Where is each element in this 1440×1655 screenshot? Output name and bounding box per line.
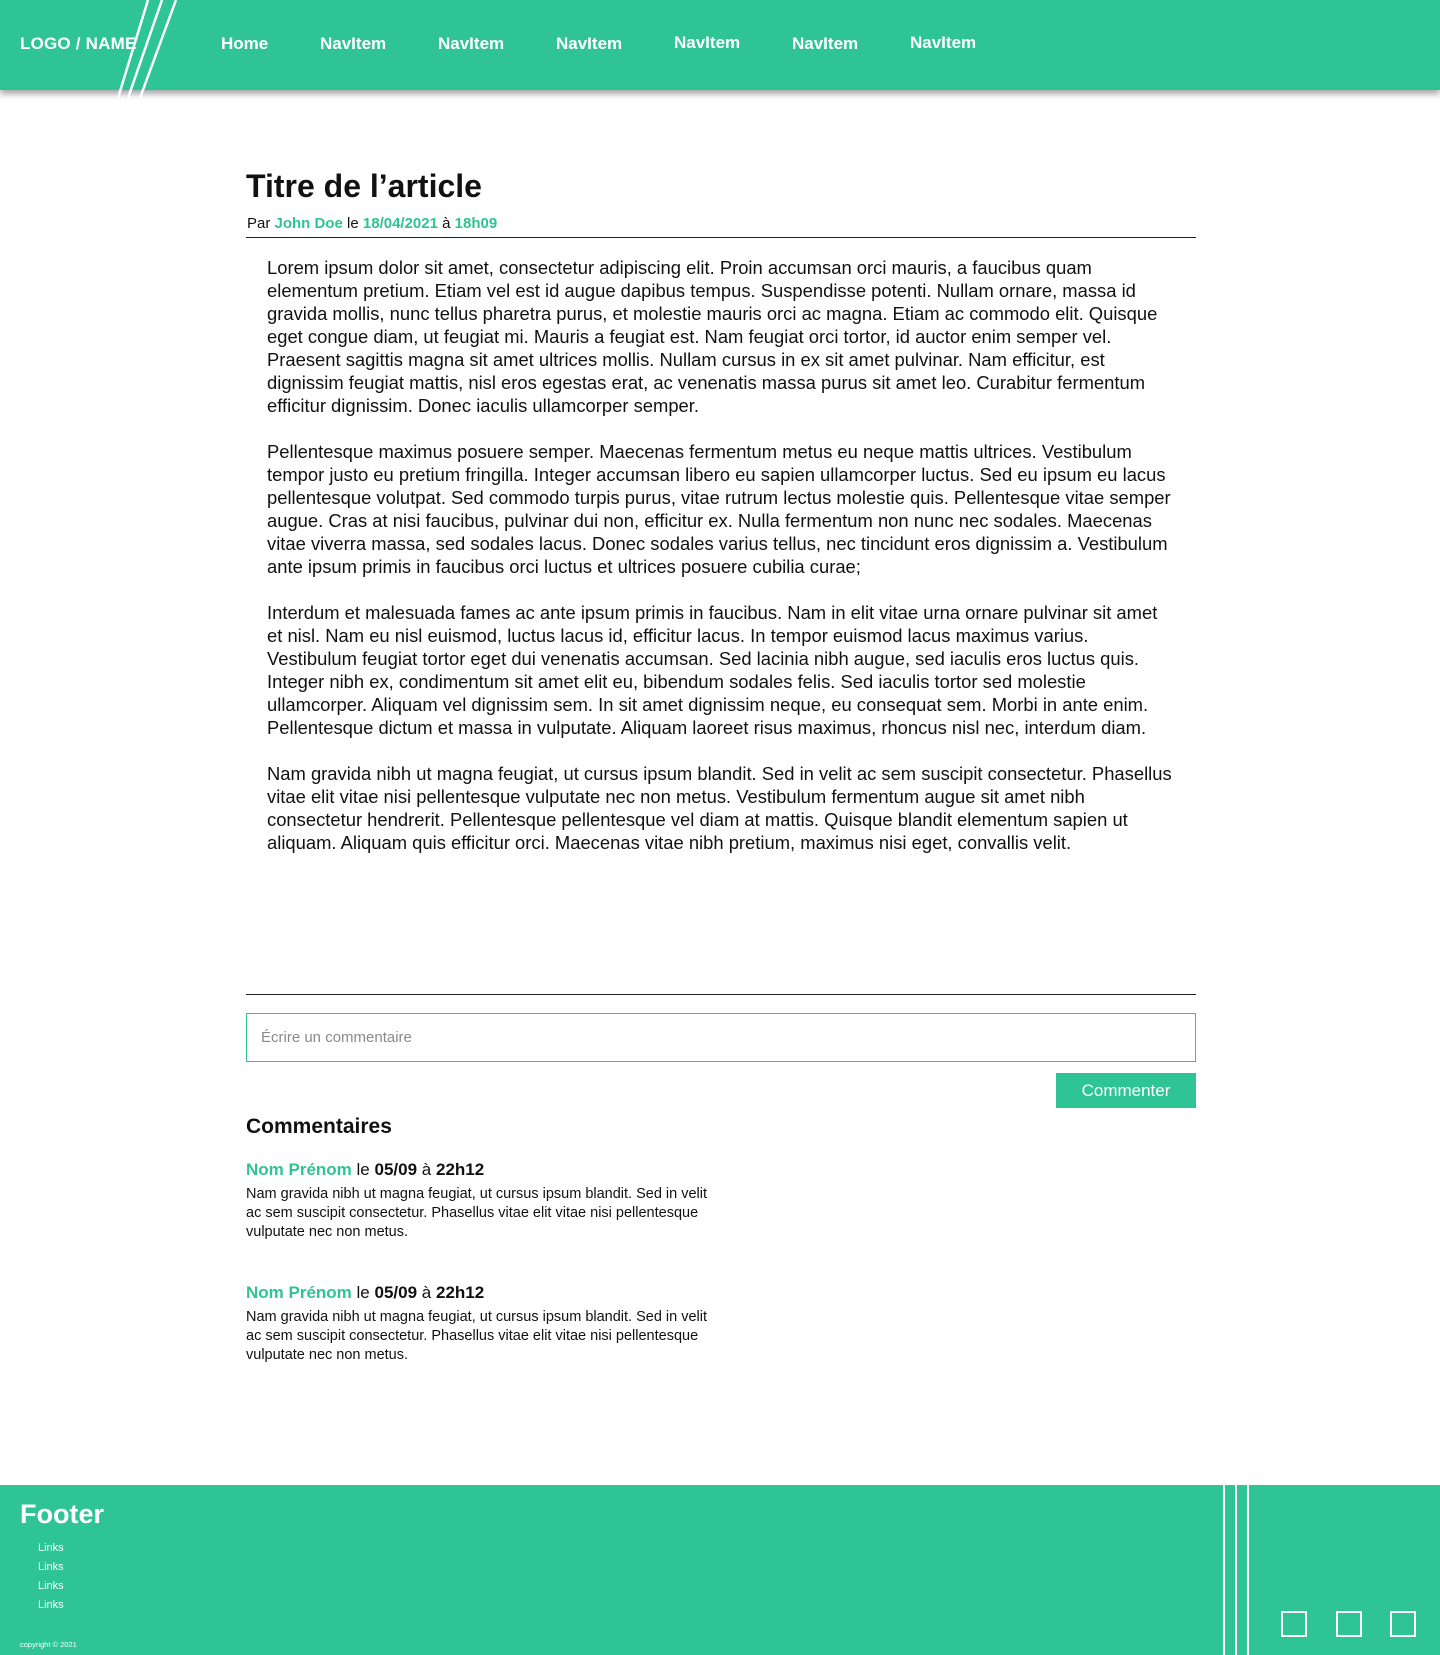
social-square-icon[interactable]: [1281, 1611, 1307, 1637]
copyright-text: copyright © 2021: [20, 1640, 77, 1649]
social-square-icon[interactable]: [1336, 1611, 1362, 1637]
comment-header: Nom Prénom le 05/09 à 22h12: [246, 1158, 716, 1182]
comment-time: 22h12: [435, 1283, 485, 1302]
comment-author[interactable]: Nom Prénom: [246, 1283, 352, 1302]
comment-on-label: le: [356, 1283, 370, 1302]
footer-link[interactable]: Links: [38, 1596, 64, 1615]
nav-item[interactable]: NavItem: [674, 33, 740, 53]
footer-link[interactable]: Links: [38, 1577, 64, 1596]
comment-date: 05/09: [374, 1283, 418, 1302]
comment-date: 05/09: [374, 1160, 418, 1179]
main-nav: Home NavItem NavItem NavItem NavItem Nav…: [0, 0, 1100, 90]
nav-item[interactable]: NavItem: [320, 34, 386, 54]
comment-submit-button[interactable]: Commenter: [1056, 1073, 1196, 1108]
footer-link[interactable]: Links: [38, 1558, 64, 1577]
comment-at-label: à: [421, 1283, 432, 1302]
footer-title: Footer: [20, 1499, 104, 1529]
footer-link[interactable]: Links: [38, 1539, 64, 1558]
nav-item[interactable]: NavItem: [556, 34, 622, 54]
nav-item[interactable]: NavItem: [792, 34, 858, 54]
article-meta: Par John Doe le 18/04/2021 à 18h09: [247, 215, 497, 232]
article-body: Lorem ipsum dolor sit amet, consectetur …: [267, 256, 1177, 877]
meta-on-label: le: [347, 215, 359, 232]
footer-stripe-decoration: [1235, 1485, 1237, 1655]
comment-header: Nom Prénom le 05/09 à 22h12: [246, 1281, 716, 1305]
comments-divider: [246, 994, 1196, 995]
comment-input[interactable]: [246, 1013, 1196, 1062]
title-divider: [246, 237, 1196, 238]
article-author[interactable]: John Doe: [275, 215, 343, 232]
site-header: LOGO / NAME Home NavItem NavItem NavItem…: [0, 0, 1440, 98]
footer-stripe-decoration: [1247, 1485, 1249, 1655]
comment-text: Nam gravida nibh ut magna feugiat, ut cu…: [246, 1186, 708, 1240]
footer-stripe-decoration: [1223, 1485, 1225, 1655]
site-footer: Footer Links Links Links Links copyright…: [0, 1485, 1440, 1655]
footer-links: Links Links Links Links: [38, 1539, 64, 1615]
nav-item[interactable]: NavItem: [910, 33, 976, 53]
meta-at-label: à: [442, 215, 451, 232]
comment-on-label: le: [356, 1160, 370, 1179]
article-paragraph: Interdum et malesuada fames ac ante ipsu…: [267, 602, 1158, 738]
comment-time: 22h12: [435, 1160, 485, 1179]
article-paragraph: Nam gravida nibh ut magna feugiat, ut cu…: [267, 763, 1172, 853]
social-square-icon[interactable]: [1390, 1611, 1416, 1637]
comments-heading: Commentaires: [246, 1115, 392, 1138]
article-time: 18h09: [454, 215, 498, 232]
comment-at-label: à: [421, 1160, 432, 1179]
comment-item: Nom Prénom le 05/09 à 22h12 Nam gravida …: [246, 1281, 716, 1365]
nav-item[interactable]: NavItem: [438, 34, 504, 54]
nav-item-home[interactable]: Home: [221, 34, 268, 54]
article-date: 18/04/2021: [362, 215, 438, 232]
comment-author[interactable]: Nom Prénom: [246, 1160, 352, 1179]
comment-item: Nom Prénom le 05/09 à 22h12 Nam gravida …: [246, 1158, 716, 1242]
article-title: Titre de l’article: [246, 168, 482, 204]
comment-text: Nam gravida nibh ut magna feugiat, ut cu…: [246, 1309, 708, 1363]
article-paragraph: Lorem ipsum dolor sit amet, consectetur …: [267, 257, 1158, 416]
article-paragraph: Pellentesque maximus posuere semper. Mae…: [267, 441, 1171, 577]
meta-by-label: Par: [247, 215, 271, 232]
